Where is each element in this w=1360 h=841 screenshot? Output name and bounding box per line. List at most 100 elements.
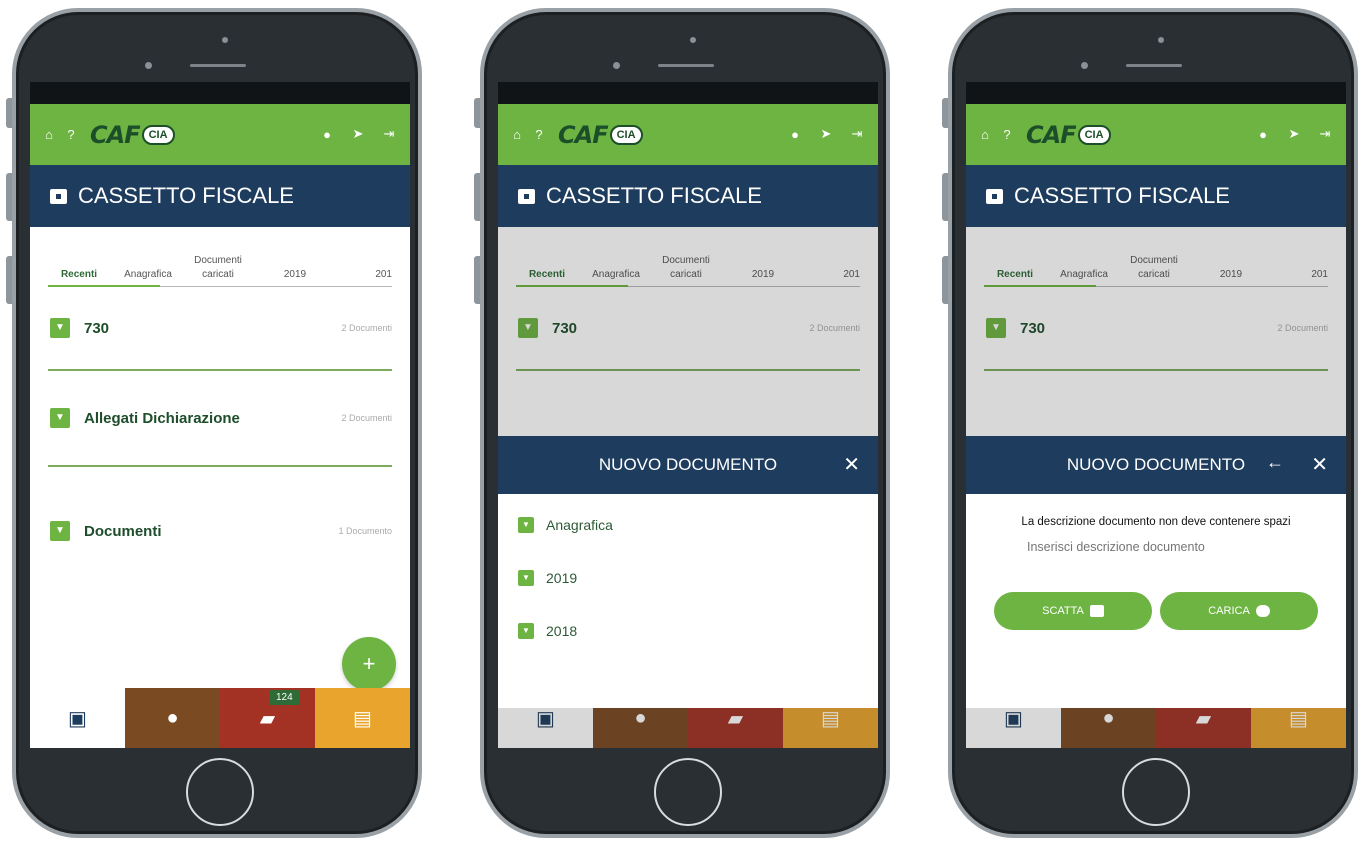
folder-count: 2 Documenti — [341, 413, 392, 423]
app-screen: ⌂ ? CAF CIA ● ➤ ⇥ CASSETTO FISCALE Recen… — [30, 82, 410, 748]
home-button — [186, 758, 254, 826]
side-button — [6, 98, 12, 128]
tab-recenti[interactable]: Recenti — [48, 268, 110, 282]
help-icon[interactable]: ? — [998, 126, 1016, 144]
location-pin-icon: ● — [166, 706, 179, 729]
tab-201[interactable]: 201 — [340, 268, 392, 282]
close-icon[interactable]: ✕ — [843, 452, 860, 477]
new-document-modal: NUOVO DOCUMENTO ✕ Anagrafica 2019 2018 — [498, 436, 878, 708]
home-icon[interactable]: ⌂ — [976, 126, 994, 144]
modal-header: NUOVO DOCUMENTO ← ✕ — [966, 436, 1346, 494]
logo-badge: CIA — [141, 124, 175, 145]
folder-label: 730 — [84, 319, 110, 337]
phone-mockup-3: ⌂ ? CAF CIA ● ➤ ⇥ CASSETTO FISCALE Recen… — [942, 8, 1358, 838]
app-screen: ⌂ ? CAF CIA ● ➤ ⇥ CASSETTO FISCALE Recen… — [966, 82, 1346, 748]
app-top-bar: ⌂ ? CAF CIA ● ➤ ⇥ — [498, 104, 878, 165]
send-icon[interactable]: ➤ — [1285, 125, 1303, 143]
section-title-bar: CASSETTO FISCALE — [498, 165, 878, 227]
user-icon[interactable]: ● — [786, 125, 804, 143]
folder-download-icon — [518, 622, 534, 639]
home-icon[interactable]: ⌂ — [508, 126, 526, 144]
app-screen: ⌂ ? CAF CIA ● ➤ ⇥ CASSETTO FISCALE Recen… — [498, 82, 878, 748]
logout-icon[interactable]: ⇥ — [1316, 125, 1334, 143]
back-arrow-icon[interactable]: ← — [1266, 452, 1284, 473]
folder-documenti[interactable]: Documenti 1 Documento — [48, 467, 392, 595]
side-button — [6, 173, 12, 221]
calendar-icon: ▤ — [353, 707, 372, 730]
logout-icon[interactable]: ⇥ — [380, 125, 398, 143]
home-icon[interactable]: ⌂ — [40, 126, 58, 144]
folder-download-icon — [518, 516, 534, 533]
tab-documenti-caricati[interactable]: Documenti caricati — [186, 254, 250, 282]
destination-label: 2019 — [546, 569, 578, 586]
front-camera — [690, 37, 696, 43]
scatta-button[interactable]: SCATTA — [994, 592, 1152, 630]
side-button — [474, 173, 480, 221]
archive-icon — [518, 188, 535, 204]
send-icon[interactable]: ➤ — [349, 125, 367, 143]
camera-icon — [1089, 605, 1104, 617]
description-note: La descrizione documento non deve conten… — [1021, 516, 1291, 528]
side-button — [6, 256, 12, 304]
status-bar — [30, 82, 410, 104]
status-bar — [966, 82, 1346, 104]
page-title: CASSETTO FISCALE — [546, 183, 762, 208]
destination-anagrafica[interactable]: Anagrafica — [498, 498, 878, 551]
folder-download-icon — [50, 521, 70, 541]
description-input[interactable] — [1027, 540, 1285, 554]
nav-messages[interactable]: ▰ 124 — [220, 688, 315, 748]
side-button — [942, 173, 948, 221]
send-icon[interactable]: ➤ — [817, 125, 835, 143]
add-document-button[interactable]: + — [342, 637, 396, 691]
destination-2018[interactable]: 2018 — [498, 604, 878, 657]
destination-2019[interactable]: 2019 — [498, 551, 878, 604]
tab-2019[interactable]: 2019 — [250, 268, 340, 282]
app-top-bar: ⌂ ? CAF CIA ● ➤ ⇥ — [30, 104, 410, 165]
page-title: CASSETTO FISCALE — [1014, 183, 1230, 208]
folder-download-icon — [50, 408, 70, 428]
destination-label: 2018 — [546, 622, 578, 639]
front-camera — [1158, 37, 1164, 43]
speaker — [190, 64, 246, 67]
folder-label: Documenti — [84, 522, 162, 540]
side-button — [474, 98, 480, 128]
page-title: CASSETTO FISCALE — [78, 183, 294, 208]
user-icon[interactable]: ● — [318, 125, 336, 143]
nav-calendar[interactable]: ▤ — [315, 688, 410, 748]
nav-location[interactable]: ● — [125, 688, 220, 748]
section-title-bar: CASSETTO FISCALE — [966, 165, 1346, 227]
side-button — [942, 98, 948, 128]
logout-icon[interactable]: ⇥ — [848, 125, 866, 143]
notification-badge: 124 — [270, 690, 299, 705]
folder-730[interactable]: 730 2 Documenti — [48, 287, 392, 371]
logo-badge: CIA — [1077, 124, 1111, 145]
help-icon[interactable]: ? — [530, 126, 548, 144]
carica-button[interactable]: CARICA — [1160, 592, 1318, 630]
caf-logo: CAF CIA — [1026, 121, 1111, 149]
folder-label: Allegati Dichiarazione — [84, 409, 240, 427]
home-button — [654, 758, 722, 826]
scatta-label: SCATTA — [1042, 605, 1084, 617]
phone-mockup-1: ⌂ ? CAF CIA ● ➤ ⇥ CASSETTO FISCALE Recen… — [6, 8, 422, 838]
folder-download-icon — [518, 569, 534, 586]
logo-badge: CIA — [609, 124, 643, 145]
help-icon[interactable]: ? — [62, 126, 80, 144]
folder-allegati[interactable]: Allegati Dichiarazione 2 Documenti — [48, 371, 392, 467]
app-top-bar: ⌂ ? CAF CIA ● ➤ ⇥ — [966, 104, 1346, 165]
phone-mockup-2: ⌂ ? CAF CIA ● ➤ ⇥ CASSETTO FISCALE Recen… — [474, 8, 890, 838]
caf-logo: CAF CIA — [558, 121, 643, 149]
tab-bar: Recenti Anagrafica Documenti caricati 20… — [48, 227, 392, 287]
modal-title: NUOVO DOCUMENTO — [598, 455, 778, 474]
user-icon[interactable]: ● — [1254, 125, 1272, 143]
sensor — [613, 62, 620, 69]
logo-text: CAF — [1026, 120, 1077, 149]
archive-icon — [986, 188, 1003, 204]
folder-download-icon — [50, 318, 70, 338]
logo-text: CAF — [90, 120, 141, 149]
tab-anagrafica[interactable]: Anagrafica — [110, 268, 186, 282]
section-title-bar: CASSETTO FISCALE — [30, 165, 410, 227]
close-icon[interactable]: ✕ — [1311, 452, 1328, 477]
speaker — [658, 64, 714, 67]
cloud-upload-icon — [1255, 605, 1270, 617]
nav-cassetto[interactable]: ▣ — [30, 688, 125, 748]
